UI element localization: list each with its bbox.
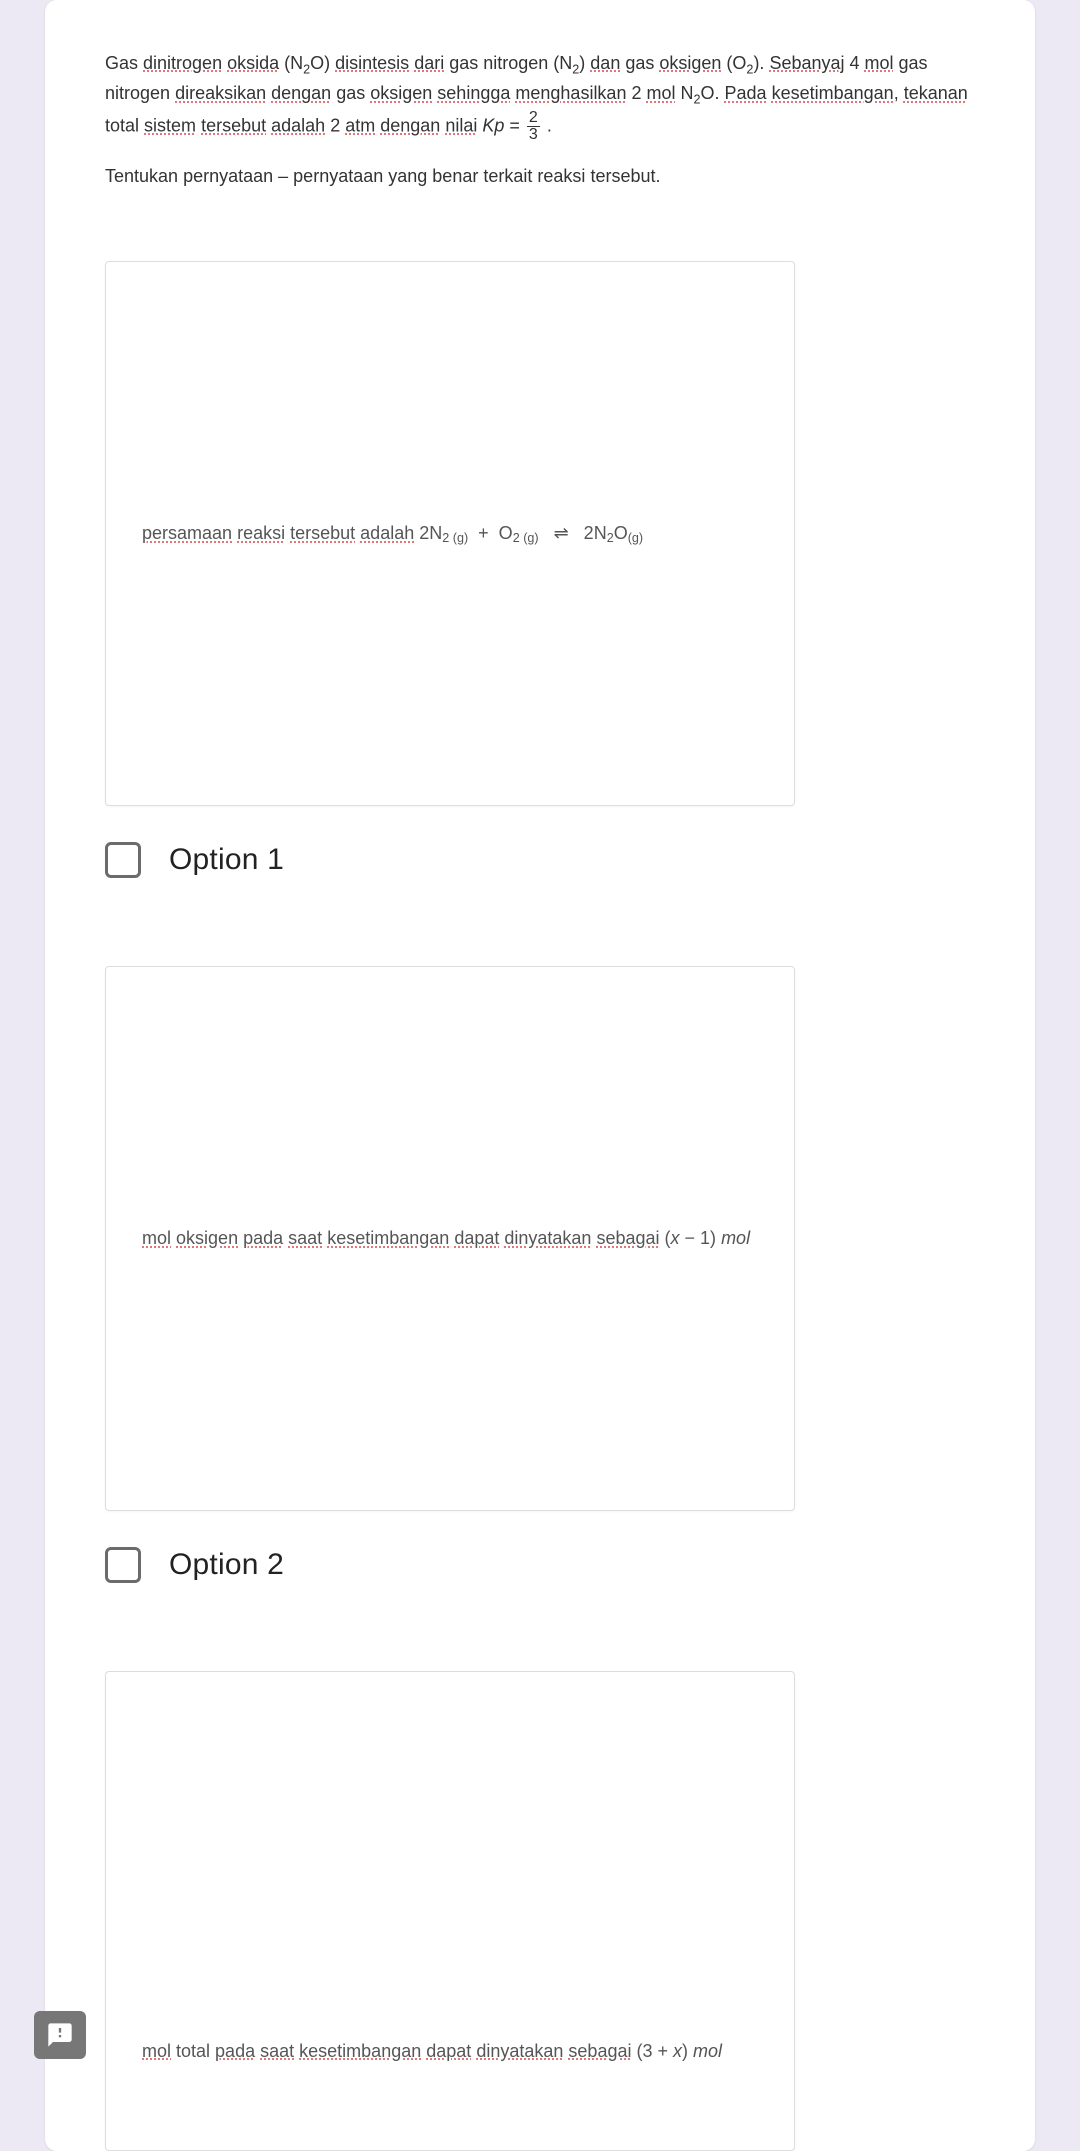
kp-denominator: 3 — [527, 127, 540, 143]
option-row-2[interactable]: Option 2 — [105, 1547, 975, 1583]
option-block-2: mol oksigen pada saat kesetimbangan dapa… — [105, 966, 975, 1583]
option-image-2: mol oksigen pada saat kesetimbangan dapa… — [105, 966, 795, 1511]
option-image-1: persamaan reaksi tersebut adalah 2N2 (g)… — [105, 261, 795, 806]
kp-numerator: 2 — [527, 110, 540, 127]
feedback-icon — [46, 2021, 74, 2049]
feedback-button[interactable] — [34, 2011, 86, 2059]
option-label-2: Option 2 — [169, 1548, 284, 1582]
question-instruction: Tentukan pernyataan – pernyataan yang be… — [105, 163, 975, 191]
option-block-3: mol total pada saat kesetimbangan dapat … — [105, 1671, 975, 2151]
question-card: Gas dinitrogen oksida (N2O) disintesis d… — [45, 0, 1035, 2151]
option-block-1: persamaan reaksi tersebut adalah 2N2 (g)… — [105, 261, 975, 878]
question-text: Gas dinitrogen oksida (N2O) disintesis d… — [105, 50, 975, 143]
option-label-1: Option 1 — [169, 843, 284, 877]
checkbox-option-1[interactable] — [105, 842, 141, 878]
checkbox-option-2[interactable] — [105, 1547, 141, 1583]
option-row-1[interactable]: Option 1 — [105, 842, 975, 878]
option-image-3: mol total pada saat kesetimbangan dapat … — [105, 1671, 795, 2151]
kp-fraction: 2 3 — [527, 110, 540, 143]
